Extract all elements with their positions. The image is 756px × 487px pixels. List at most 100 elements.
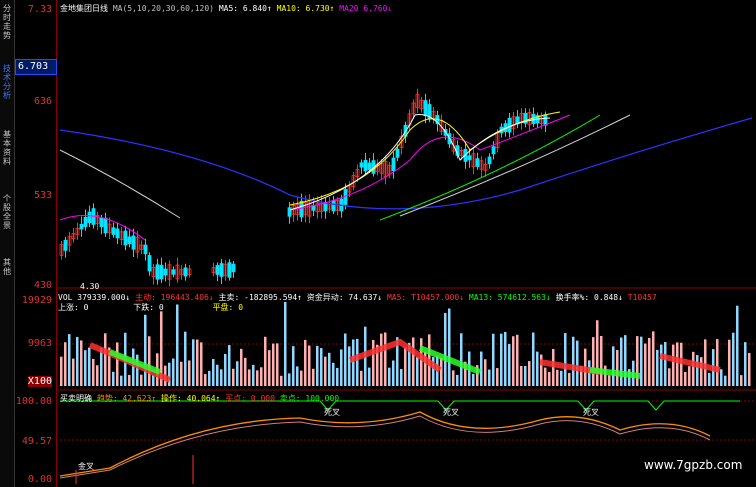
volume-bar	[212, 358, 215, 386]
volume-bar	[180, 361, 183, 386]
volume-bar	[496, 368, 499, 386]
dead-cross-label-2: 死叉	[443, 408, 459, 417]
volume-bar	[76, 336, 79, 386]
volume-bar	[264, 336, 267, 386]
volume-bar	[708, 372, 711, 386]
volume-bar	[196, 339, 199, 386]
site-watermark: www.7gpzb.com	[644, 458, 743, 472]
candle-body	[367, 162, 372, 171]
turnover-rate: 换手率%: 0.848↓	[555, 293, 623, 302]
candlestick-series	[59, 88, 548, 287]
volume-bar	[504, 331, 507, 386]
volume-bar	[452, 370, 455, 386]
candle-body	[131, 235, 136, 250]
volume-bar	[384, 332, 387, 386]
volume-bar	[360, 370, 363, 386]
volume-bar	[672, 344, 675, 386]
candle-body	[363, 159, 368, 172]
volume-bar	[300, 370, 303, 386]
vol-ma13: MA13: 574612.563↓	[468, 293, 551, 302]
volume-bar	[508, 344, 511, 386]
volume-bar	[220, 369, 223, 386]
candle-body	[215, 265, 220, 275]
volume-bar	[568, 372, 571, 386]
volume-bar	[352, 339, 355, 386]
volume-bar	[68, 334, 71, 386]
volume-bar	[492, 333, 495, 386]
volume-bar	[96, 365, 99, 386]
volume-bar	[448, 308, 451, 386]
volume-bar	[316, 345, 319, 386]
candle-body	[171, 269, 176, 275]
volume-bar	[200, 342, 203, 386]
volume-bar	[608, 375, 611, 386]
volume-bar	[720, 369, 723, 386]
volume-bar	[512, 336, 515, 386]
volume-bar	[348, 346, 351, 386]
volume-bar	[268, 350, 271, 386]
chart-canvas[interactable]	[0, 0, 756, 487]
candle-body	[155, 264, 160, 280]
volume-bar	[440, 357, 443, 386]
volume-bar	[460, 333, 463, 386]
volume-bar	[308, 345, 311, 386]
ma5-value: MA5: 6.840↑	[218, 4, 272, 13]
candle-body	[103, 217, 108, 234]
volume-bar	[208, 370, 211, 386]
volume-bar	[224, 354, 227, 386]
volume-bar	[572, 336, 575, 386]
volume-bar	[328, 352, 331, 386]
count-up: 上涨: 0	[58, 303, 89, 312]
candle-body	[487, 156, 492, 165]
ma20-value: MA20 6.760↓	[339, 4, 393, 13]
main-pane-header: 金地集团日线 MA(5,10,20,30,60,120) MA5: 6.840↑…	[60, 3, 392, 14]
vol-value: VOL 379339.000↓	[58, 293, 131, 302]
volume-bar	[204, 374, 207, 386]
volume-bar	[500, 333, 503, 386]
volume-bar	[248, 369, 251, 386]
volume-bar	[140, 374, 143, 386]
volume-bar	[116, 342, 119, 386]
candle-body	[87, 211, 92, 224]
volume-bar	[692, 351, 695, 386]
main-sell: 主卖: -182895.594↑	[218, 293, 302, 302]
volume-bar	[184, 331, 187, 386]
operate-value: 操作: 40.064↑	[161, 394, 221, 403]
low-price-marker: 4.30	[80, 282, 100, 291]
volume-bar	[684, 371, 687, 386]
volume-bar	[340, 349, 343, 386]
count-down: 下跌: 0	[133, 303, 164, 312]
volume-bars	[60, 302, 751, 386]
volume-bar	[740, 375, 743, 386]
volume-bar	[84, 350, 87, 386]
volume-bar	[472, 373, 475, 386]
volume-bar	[484, 359, 487, 386]
volume-bar	[704, 339, 707, 386]
volume-bar	[592, 337, 595, 386]
volume-bar	[60, 356, 63, 386]
volume-bar	[480, 351, 483, 386]
volume-bar	[596, 320, 599, 386]
golden-cross-label: 金叉	[78, 462, 94, 471]
volume-bar	[132, 348, 135, 386]
volume-bar	[368, 367, 371, 386]
candle-body	[475, 158, 480, 167]
indicator-name: 买卖明确	[60, 394, 92, 403]
volume-bar	[100, 347, 103, 386]
volume-bar	[456, 374, 459, 386]
volume-bar	[660, 344, 663, 386]
volume-bar	[416, 357, 419, 386]
volume-bar	[748, 352, 751, 386]
main-active: 主动: 196443.406↓	[135, 293, 214, 302]
volume-bar	[324, 356, 327, 386]
volume-bar	[700, 357, 703, 386]
volume-bar	[520, 365, 523, 386]
operate-line	[59, 415, 711, 479]
volume-bar	[652, 331, 655, 386]
volume-bar	[304, 339, 307, 386]
candle-body	[219, 263, 224, 277]
volume-bar	[716, 339, 719, 386]
volume-bar	[72, 358, 75, 386]
volume-bar	[664, 342, 667, 386]
volume-bar	[296, 366, 299, 386]
